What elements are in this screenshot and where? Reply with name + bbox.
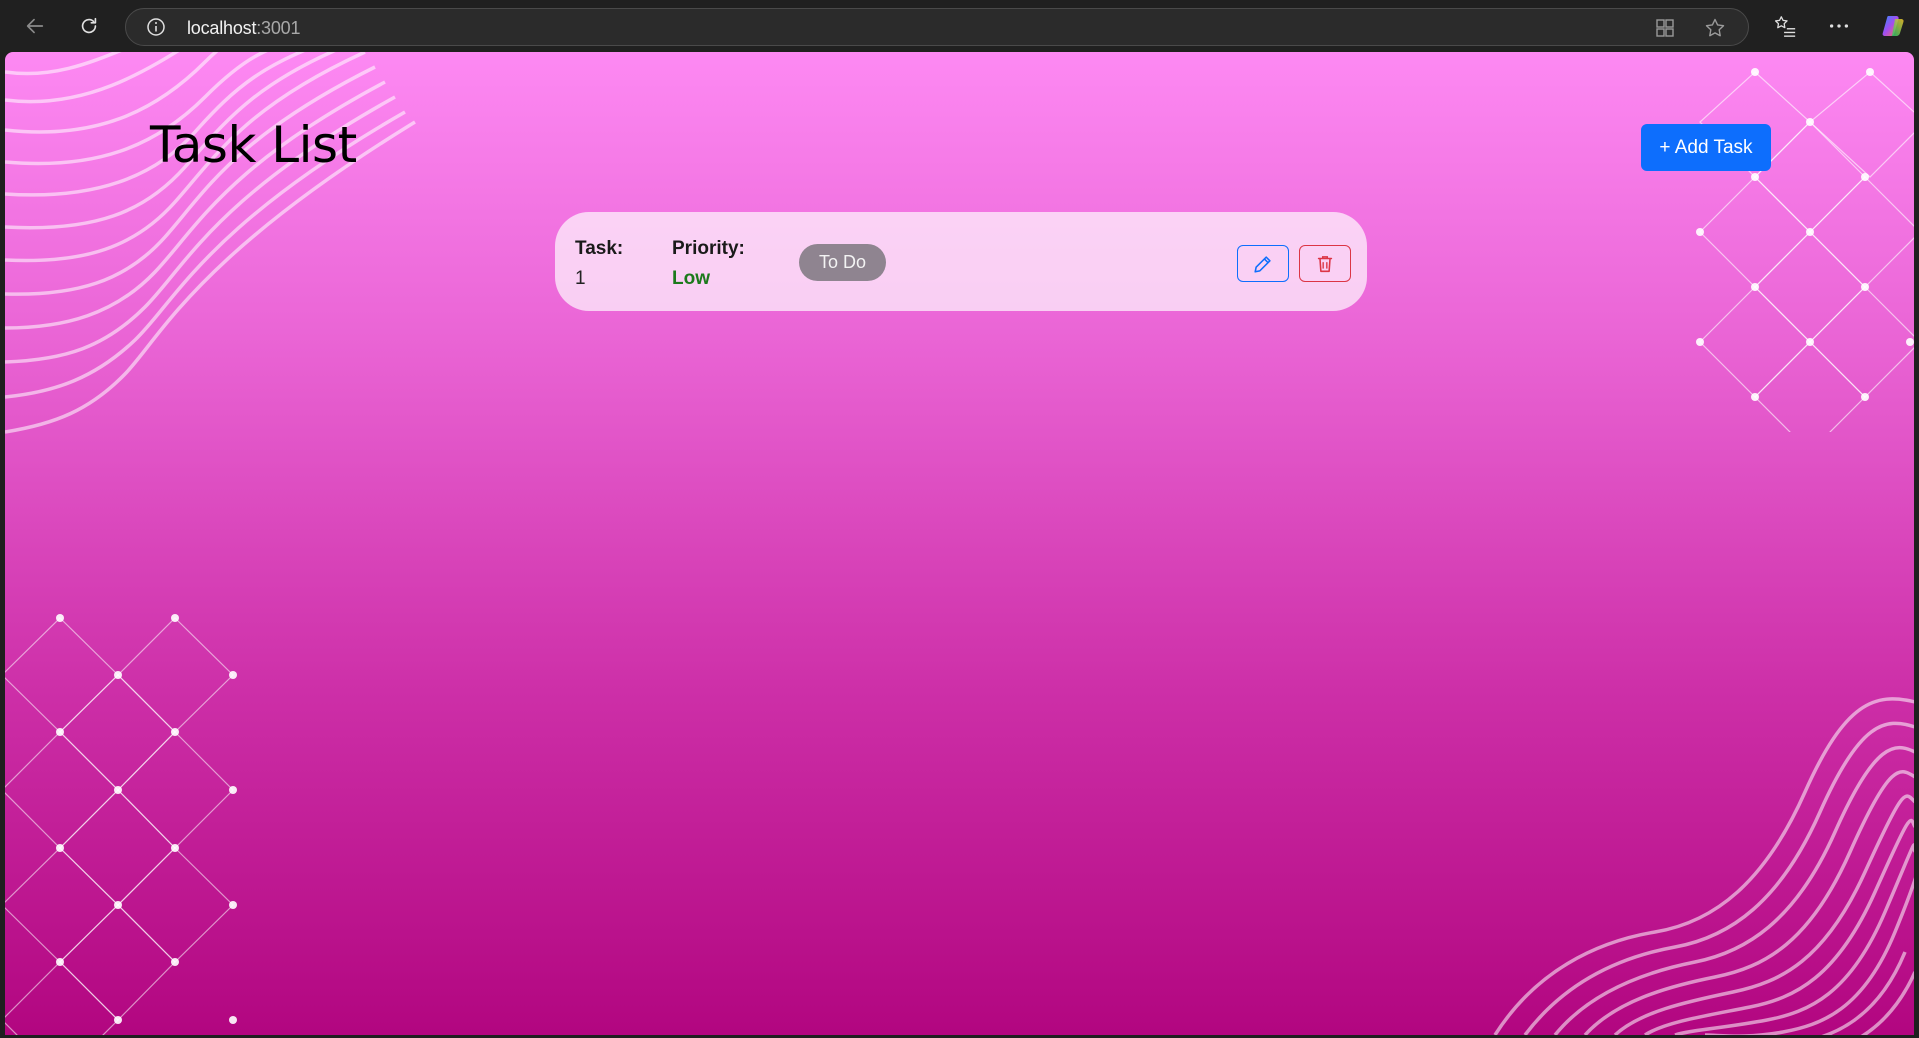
ellipsis-icon: [1829, 24, 1849, 28]
site-info-icon[interactable]: [146, 17, 166, 37]
copilot-button[interactable]: [1880, 13, 1906, 39]
delete-task-button[interactable]: [1299, 245, 1351, 282]
pencil-icon: [1254, 255, 1271, 273]
priority-value: Low: [672, 268, 710, 289]
favorites-list-icon: [1774, 16, 1796, 37]
wave-lines-decoration: [5, 52, 416, 434]
url-text[interactable]: localhost:3001: [187, 18, 300, 39]
page-viewport: Task List + Add Task Task: 1 Priority: L…: [5, 52, 1914, 1035]
reload-button[interactable]: [73, 10, 105, 42]
wave-lines-decoration: [1493, 697, 1914, 1035]
add-task-button[interactable]: + Add Task: [1641, 124, 1771, 171]
url-port: :3001: [256, 18, 301, 38]
reload-icon: [81, 17, 97, 34]
task-label: Task:: [575, 238, 624, 259]
diamond-lattice-decoration: [1696, 68, 1914, 432]
priority-label: Priority:: [672, 238, 745, 259]
more-options-button[interactable]: [1826, 13, 1852, 39]
favorite-star-icon[interactable]: [1704, 17, 1726, 39]
task-value: 1: [575, 268, 586, 289]
edit-task-button[interactable]: [1237, 245, 1289, 282]
favorites-button[interactable]: [1772, 13, 1798, 39]
arrow-left-icon: [26, 18, 44, 34]
address-bar[interactable]: localhost:3001: [125, 8, 1749, 46]
url-host: localhost: [187, 18, 257, 38]
diamond-lattice-decoration: [5, 614, 237, 1035]
trash-icon: [1317, 255, 1333, 272]
browser-toolbar: localhost:3001: [0, 0, 1919, 52]
apps-icon[interactable]: [1654, 17, 1676, 39]
copilot-icon: [1882, 16, 1904, 36]
back-button[interactable]: [19, 10, 51, 42]
page-title: Task List: [150, 116, 357, 174]
status-badge[interactable]: To Do: [799, 244, 886, 281]
task-card: Task: 1 Priority: Low To Do: [555, 212, 1367, 311]
